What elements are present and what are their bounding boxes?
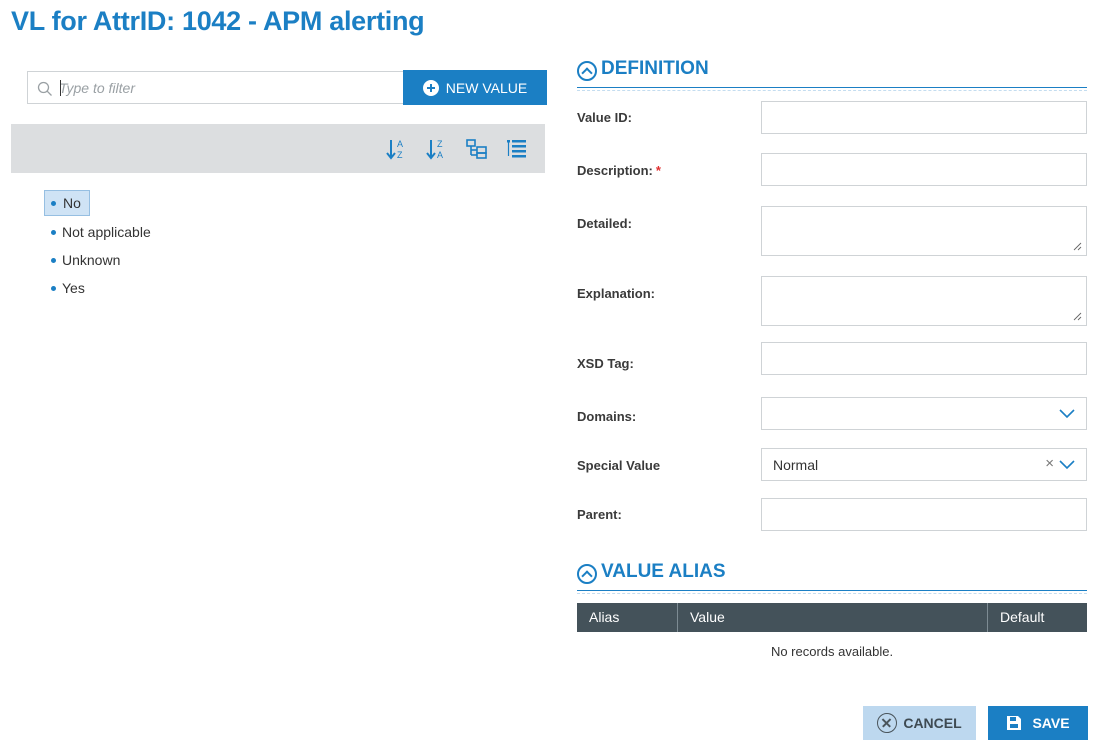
plus-circle-icon: [422, 79, 439, 96]
search-icon: [37, 81, 52, 96]
alias-grid-header: Alias Value Default: [577, 603, 1087, 632]
value-id-label: Value ID:: [577, 110, 632, 125]
definition-section-header[interactable]: DEFINITION: [577, 58, 1087, 91]
filter-input[interactable]: [59, 72, 399, 103]
sort-ascending-icon: A Z: [386, 139, 403, 160]
svg-text:Z: Z: [437, 139, 443, 149]
svg-text:A: A: [437, 150, 443, 160]
value-alias-section-header[interactable]: VALUE ALIAS: [577, 561, 1087, 594]
list-view-icon: [507, 140, 526, 158]
sort-descending-icon: Z A: [426, 139, 443, 160]
parent-label: Parent:: [577, 507, 622, 522]
text-cursor: [60, 80, 61, 96]
value-tree: No Not applicable Unknown Yes: [44, 190, 151, 302]
resize-handle-icon[interactable]: [1073, 312, 1082, 321]
chevron-down-icon[interactable]: [1058, 406, 1076, 420]
svg-text:A: A: [397, 139, 403, 149]
tree-item-label: Yes: [62, 280, 85, 296]
explanation-label: Explanation:: [577, 286, 656, 301]
cancel-button[interactable]: CANCEL: [863, 706, 976, 740]
tree-item-label: Unknown: [62, 252, 121, 268]
bullet-icon: [51, 201, 56, 206]
column-header-value[interactable]: Value: [678, 603, 988, 632]
list-view-button[interactable]: [504, 136, 530, 162]
detailed-label: Detailed:: [577, 216, 632, 231]
definition-title: DEFINITION: [601, 58, 709, 79]
svg-text:Z: Z: [397, 150, 403, 160]
domains-select[interactable]: [761, 397, 1087, 430]
column-header-alias[interactable]: Alias: [577, 603, 678, 632]
bullet-icon: [51, 286, 56, 291]
xsd-tag-input[interactable]: [761, 342, 1087, 375]
collapse-up-icon[interactable]: [577, 61, 597, 81]
description-input[interactable]: [761, 153, 1087, 186]
cancel-circle-icon: [877, 713, 898, 733]
xsd-tag-label: XSD Tag:: [577, 356, 634, 371]
explanation-textarea[interactable]: [761, 276, 1087, 326]
sort-descending-button[interactable]: Z A: [424, 136, 450, 162]
save-button[interactable]: SAVE: [988, 706, 1088, 740]
special-value-label: Special Value: [577, 458, 661, 473]
bullet-icon: [51, 258, 56, 263]
parent-input[interactable]: [761, 498, 1087, 531]
tree-item-label: Not applicable: [62, 224, 151, 240]
value-id-input[interactable]: [761, 101, 1087, 134]
chevron-down-icon[interactable]: [1058, 457, 1076, 471]
description-label-text: Description:: [577, 163, 653, 178]
column-header-default[interactable]: Default: [988, 603, 1087, 632]
cancel-button-label: CANCEL: [903, 715, 962, 731]
domains-label: Domains:: [577, 409, 637, 424]
new-value-button[interactable]: NEW VALUE: [403, 70, 547, 105]
page-title: VL for AttrID: 1042 - APM alerting: [11, 6, 425, 36]
grid-empty-message: No records available.: [770, 644, 894, 659]
required-marker: *: [655, 163, 661, 178]
collapse-up-icon[interactable]: [577, 564, 597, 584]
value-alias-title: VALUE ALIAS: [601, 561, 726, 582]
tree-toolbar: A Z Z A: [11, 124, 545, 173]
tree-item-yes[interactable]: Yes: [44, 274, 151, 302]
resize-handle-icon[interactable]: [1073, 242, 1082, 251]
tree-item-not-applicable[interactable]: Not applicable: [44, 218, 151, 246]
save-button-label: SAVE: [1032, 715, 1070, 731]
tree-item-unknown[interactable]: Unknown: [44, 246, 151, 274]
description-label: Description: *: [577, 163, 661, 178]
tree-item-no[interactable]: No: [44, 190, 90, 216]
tree-view-button[interactable]: [464, 136, 490, 162]
tree-item-label: No: [63, 195, 81, 211]
new-value-button-label: NEW VALUE: [445, 79, 528, 96]
special-value-value: Normal: [773, 457, 819, 473]
filter-box[interactable]: [27, 71, 404, 104]
detailed-textarea[interactable]: [761, 206, 1087, 256]
floppy-disk-icon: [1007, 716, 1022, 730]
sort-ascending-button[interactable]: A Z: [384, 136, 410, 162]
special-value-select[interactable]: Normal ×: [761, 448, 1087, 481]
clear-icon[interactable]: ×: [1045, 455, 1054, 473]
bullet-icon: [51, 230, 56, 235]
tree-view-icon: [466, 139, 487, 159]
